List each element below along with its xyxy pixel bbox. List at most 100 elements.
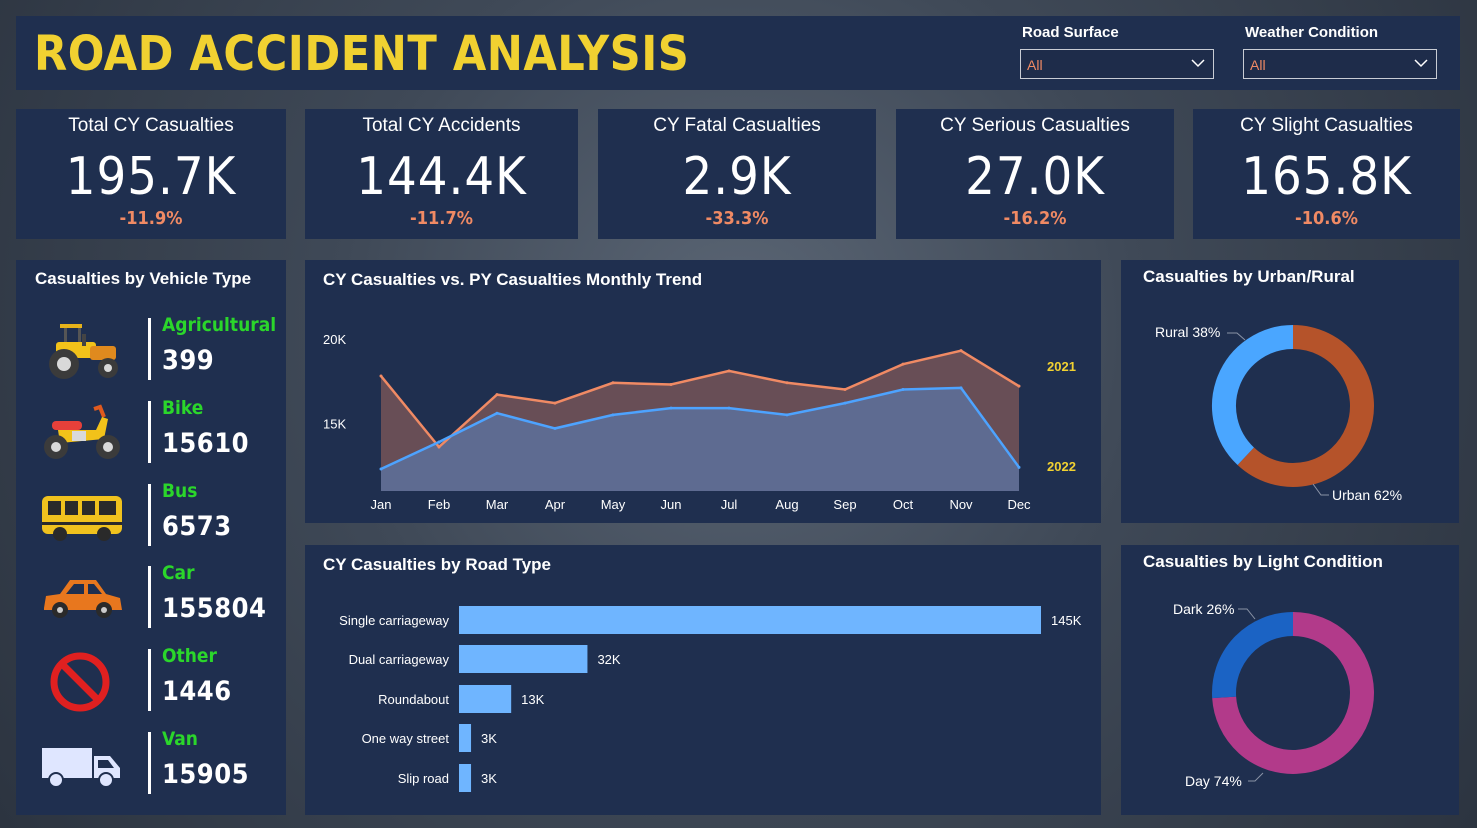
- kpi-title: CY Fatal Casualties: [653, 115, 821, 136]
- pie-slice-rural: [1212, 325, 1294, 466]
- kpi-title: CY Slight Casualties: [1240, 115, 1413, 136]
- chevron-down-icon: [1414, 59, 1428, 68]
- kpi-card-total-casualties: Total CY Casualties 195.7K -11.9%: [16, 109, 286, 239]
- kpi-title: CY Serious Casualties: [940, 115, 1130, 136]
- data-point-2021: [785, 381, 789, 385]
- data-point-2022: [1017, 465, 1021, 469]
- x-tick-label: Jun: [661, 497, 682, 512]
- bar: [459, 764, 472, 792]
- divider: [148, 401, 151, 463]
- leader-line: [1312, 483, 1329, 496]
- monthly-trend-chart: 15K 20K Jan Feb Mar Apr May Jun Jul Aug Sep Oct Nov D…: [323, 332, 1076, 512]
- data-point-2021: [901, 362, 905, 366]
- series-label-2022: 2022: [1047, 459, 1076, 474]
- data-point-2022: [495, 411, 499, 415]
- vehicle-row-other: Other 1446: [16, 643, 286, 721]
- vehicle-value: 399: [162, 345, 215, 376]
- vehicle-row-bus: Bus 6573: [16, 478, 286, 556]
- title-banner: ROAD ACCIDENT ANALYSIS: [16, 16, 1002, 90]
- x-tick-label: Jan: [371, 497, 392, 512]
- monthly-trend-panel: CY Casualties vs. PY Casualties Monthly …: [305, 260, 1101, 523]
- kpi-value: 2.9K: [682, 147, 792, 207]
- divider: [148, 732, 151, 794]
- divider: [148, 649, 151, 711]
- category-label: Roundabout: [378, 692, 449, 707]
- data-point-2021: [727, 369, 731, 373]
- vehicle-value: 155804: [162, 593, 267, 624]
- x-tick-label: Mar: [486, 497, 509, 512]
- data-label: 3K: [481, 731, 497, 746]
- road-surface-label: Road Surface: [1022, 24, 1119, 41]
- vehicle-value: 15905: [162, 759, 250, 790]
- car-icon: [44, 580, 122, 618]
- data-point-2021: [379, 374, 383, 378]
- road-surface-dropdown[interactable]: All: [1020, 49, 1214, 79]
- data-point-2022: [959, 386, 963, 390]
- data-label: 3K: [481, 771, 497, 786]
- divider: [148, 566, 151, 628]
- kpi-card-fatal-casualties: CY Fatal Casualties 2.9K -33.3%: [598, 109, 876, 239]
- bar: [459, 606, 1041, 634]
- weather-condition-label: Weather Condition: [1245, 24, 1379, 41]
- data-point-2021: [611, 381, 615, 385]
- x-tick-label: Dec: [1007, 497, 1031, 512]
- vehicle-value: 1446: [162, 676, 232, 707]
- vehicle-value: 15610: [162, 428, 250, 459]
- chevron-down-icon: [1191, 59, 1205, 68]
- light-condition-donut: Dark 26% Day 74%: [1173, 601, 1374, 789]
- category-label: Single carriageway: [339, 613, 449, 628]
- x-tick-label: Aug: [775, 497, 798, 512]
- filter-bar: Road Surface All Weather Condition All: [1002, 16, 1460, 90]
- divider: [148, 484, 151, 546]
- data-point-2021: [553, 401, 557, 405]
- x-tick-label: Nov: [949, 497, 973, 512]
- urban-rural-panel: Casualties by Urban/Rural Rural 38% Urban…: [1121, 260, 1459, 523]
- data-point-2021: [959, 349, 963, 353]
- data-point-2021: [669, 382, 673, 386]
- van-icon: [42, 748, 120, 788]
- vehicle-name: Van: [162, 728, 198, 750]
- kpi-card-slight-casualties: CY Slight Casualties 165.8K -10.6%: [1193, 109, 1460, 239]
- weather-condition-value: All: [1250, 57, 1266, 73]
- data-point-2021: [437, 445, 441, 449]
- kpi-card-total-accidents: Total CY Accidents 144.4K -11.7%: [305, 109, 578, 239]
- kpi-value: 195.7K: [65, 147, 237, 207]
- data-point-2022: [785, 413, 789, 417]
- vehicle-row-car: Car 155804: [16, 560, 286, 638]
- leader-line: [1238, 608, 1256, 620]
- data-point-2021: [1017, 384, 1021, 388]
- slice-label-rural: Rural 38%: [1155, 324, 1220, 340]
- data-point-2022: [553, 426, 557, 430]
- slice-label-dark: Dark 26%: [1173, 601, 1234, 617]
- bar: [459, 685, 512, 713]
- kpi-title: Total CY Casualties: [68, 115, 234, 136]
- road-surface-value: All: [1027, 57, 1043, 73]
- bar: [459, 724, 472, 752]
- kpi-change: -11.7%: [410, 208, 473, 229]
- data-point-2021: [843, 388, 847, 392]
- leader-line: [1227, 332, 1246, 341]
- data-label: 13K: [521, 692, 544, 707]
- pie-slice-urban: [1237, 325, 1374, 487]
- slice-label-urban: Urban 62%: [1332, 487, 1402, 503]
- y-tick-label: 20K: [323, 332, 346, 347]
- kpi-change: -33.3%: [705, 208, 769, 229]
- data-point-2022: [727, 406, 731, 410]
- weather-condition-dropdown[interactable]: All: [1243, 49, 1437, 79]
- kpi-value: 165.8K: [1241, 147, 1412, 207]
- x-tick-label: Apr: [545, 497, 566, 512]
- vehicle-name: Agricultural: [162, 314, 277, 336]
- bar: [459, 645, 588, 673]
- data-label: 32K: [597, 652, 620, 667]
- prohibited-icon: [50, 652, 110, 712]
- vehicle-row-van: Van 15905: [16, 726, 286, 804]
- tractor-icon: [49, 324, 118, 379]
- vehicle-type-panel: Casualties by Vehicle Type Agricultural …: [16, 260, 286, 815]
- x-tick-label: Feb: [428, 497, 450, 512]
- slice-label-day: Day 74%: [1185, 773, 1242, 789]
- category-label: Slip road: [398, 771, 449, 786]
- motorbike-icon: [44, 404, 120, 459]
- kpi-title: Total CY Accidents: [362, 115, 521, 136]
- vehicle-panel-title: Casualties by Vehicle Type: [35, 269, 252, 288]
- category-label: One way street: [362, 731, 450, 746]
